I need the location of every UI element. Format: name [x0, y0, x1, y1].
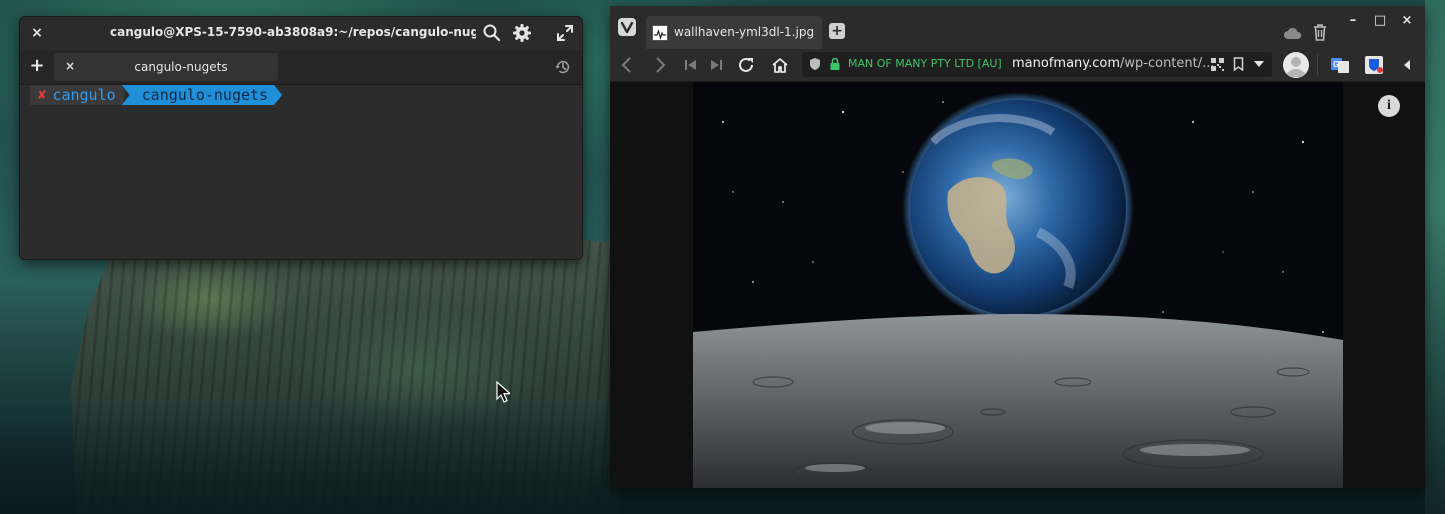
translate-extension-icon[interactable]: G [1331, 56, 1349, 74]
new-tab-button[interactable]: + [28, 57, 46, 75]
gear-icon[interactable] [512, 23, 532, 43]
vivaldi-menu-icon[interactable] [618, 18, 636, 36]
tab-title: wallhaven-yml3dl-1.jpg (90 [674, 25, 818, 39]
browser-tab-active[interactable]: wallhaven-yml3dl-1.jpg (90 [646, 16, 822, 49]
history-icon[interactable] [554, 58, 572, 76]
tab-close-button[interactable]: × [62, 58, 78, 74]
rewind-icon[interactable] [682, 56, 700, 74]
terminal-close-button[interactable]: × [27, 23, 47, 43]
info-icon[interactable]: i [1378, 95, 1400, 117]
site-identity: MAN OF MANY PTY LTD [AU] [848, 57, 1002, 70]
toolbar-divider [1317, 54, 1318, 76]
mouse-cursor-icon [496, 381, 510, 403]
terminal-title: cangulo@XPS-15-7590-ab3808a9:~/repos/can… [110, 25, 476, 39]
terminal-window: × cangulo@XPS-15-7590-ab3808a9:~/repos/c… [19, 16, 583, 260]
terminal-tab[interactable]: × cangulo-nugets [54, 53, 278, 81]
prompt-path-segment: cangulo-nugets [122, 85, 282, 105]
image-favicon-icon [652, 25, 668, 41]
qr-code-icon[interactable] [1211, 58, 1224, 71]
shell-prompt: ✘ cangulo cangulo-nugets [30, 85, 282, 105]
dropdown-chevron-icon[interactable] [1254, 61, 1264, 68]
browser-tabbar[interactable]: wallhaven-yml3dl-1.jpg (90 + – □ × [610, 6, 1425, 49]
fast-forward-icon[interactable] [707, 56, 725, 74]
close-button[interactable]: × [1398, 12, 1416, 30]
profile-avatar[interactable] [1283, 52, 1309, 78]
trash-icon[interactable] [1312, 23, 1328, 41]
bookmark-icon[interactable] [1233, 57, 1244, 71]
wallpaper-image [693, 82, 1343, 488]
reload-icon[interactable] [737, 56, 755, 74]
minimize-button[interactable]: – [1344, 12, 1362, 30]
url-path: /wp-content/... [1120, 56, 1215, 71]
error-status-icon: ✘ [38, 87, 47, 103]
url-host: manofmany.com [1012, 56, 1121, 71]
browser-window: wallhaven-yml3dl-1.jpg (90 + – □ × [610, 6, 1425, 488]
terminal-tabbar: + × cangulo-nugets [20, 50, 582, 85]
lock-icon [830, 57, 840, 70]
back-icon[interactable] [618, 56, 636, 74]
prompt-user: cangulo [52, 86, 116, 104]
page-content: i [610, 82, 1425, 488]
shield-icon[interactable] [809, 57, 821, 71]
maximize-button[interactable]: □ [1371, 12, 1389, 30]
browser-toolbar: MAN OF MANY PTY LTD [AU] manofmany.com/w… [610, 49, 1425, 82]
new-tab-button[interactable]: + [829, 23, 845, 39]
prompt-user-segment: ✘ cangulo [30, 85, 124, 105]
address-bar[interactable]: MAN OF MANY PTY LTD [AU] manofmany.com/w… [802, 52, 1272, 77]
home-icon[interactable] [771, 56, 789, 74]
bitwarden-extension-icon[interactable] [1365, 56, 1383, 74]
svg-text:G: G [1333, 60, 1339, 69]
earth-over-moon-image[interactable] [693, 82, 1343, 488]
tab-label: cangulo-nugets [134, 60, 228, 74]
wallpaper-right-edge [1425, 0, 1445, 514]
forward-icon[interactable] [651, 56, 669, 74]
terminal-titlebar[interactable]: × cangulo@XPS-15-7590-ab3808a9:~/repos/c… [20, 17, 582, 49]
terminal-output[interactable]: ✘ cangulo cangulo-nugets [20, 85, 582, 259]
maximize-icon[interactable] [555, 23, 575, 43]
cloud-sync-icon[interactable] [1283, 26, 1303, 40]
url-text[interactable]: manofmany.com/wp-content/... [1012, 56, 1215, 71]
panel-toggle-icon[interactable] [1403, 60, 1411, 70]
search-icon[interactable] [482, 23, 502, 43]
